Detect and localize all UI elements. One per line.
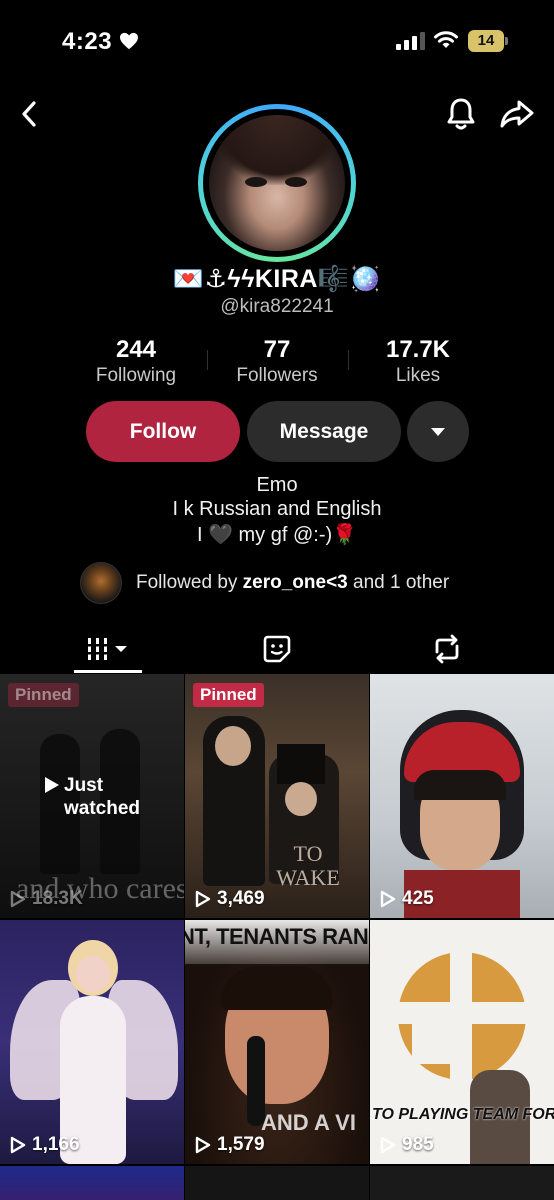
- followed-by-name: zero_one<3: [242, 572, 348, 593]
- thumbnail-hair: [221, 966, 333, 1010]
- bio-line-2: I k Russian and English: [172, 498, 382, 520]
- more-options-button[interactable]: [407, 401, 469, 462]
- video-thumbnail[interactable]: 1,166: [0, 920, 184, 1164]
- video-thumbnail[interactable]: NT, TENANTS RANGE AND A VI 1,579: [185, 920, 369, 1164]
- just-watched-label: Just watched: [44, 774, 154, 820]
- stat-followers[interactable]: 77 Followers: [212, 336, 342, 388]
- video-thumbnail[interactable]: 425: [370, 674, 554, 918]
- view-count-value: 3,469: [217, 888, 265, 909]
- view-count: 985: [380, 1134, 434, 1156]
- followed-by-suffix: and 1 other: [347, 572, 450, 593]
- play-outline-icon: [10, 1136, 26, 1154]
- team-fortress-logo: [392, 946, 532, 1086]
- view-count: 18.3K: [10, 888, 83, 910]
- follow-button[interactable]: Follow: [86, 401, 240, 462]
- view-count-value: 18.3K: [32, 888, 83, 909]
- avatar: [203, 109, 351, 257]
- heart-icon: [120, 32, 138, 50]
- sticker-icon: [263, 635, 291, 663]
- play-outline-icon: [195, 890, 211, 908]
- play-outline-icon: [380, 890, 396, 908]
- status-bar: 4:23 14: [0, 0, 554, 86]
- videos-grid-icon: [86, 638, 127, 660]
- video-thumbnail[interactable]: [185, 1166, 369, 1200]
- just-watched-text: Just watched: [64, 775, 141, 819]
- stat-followers-value: 77: [263, 336, 291, 363]
- stat-following-value: 244: [115, 336, 157, 363]
- play-outline-icon: [195, 1136, 211, 1154]
- thumbnail-caption: TO WAKE: [276, 841, 340, 890]
- profile-avatar-story-ring[interactable]: [198, 104, 356, 262]
- video-thumbnail[interactable]: TO PLAYING TEAM FORTRESS 985: [370, 920, 554, 1164]
- pinned-badge: Pinned: [193, 683, 264, 707]
- stat-following[interactable]: 244 Following: [71, 336, 201, 388]
- repost-icon: [435, 634, 459, 664]
- video-thumbnail[interactable]: [0, 1166, 184, 1200]
- notification-bell-icon[interactable]: [444, 96, 478, 132]
- thumbnail-caption: TO PLAYING TEAM FORTRESS: [372, 1106, 554, 1123]
- stat-likes[interactable]: 17.7K Likes: [353, 336, 483, 388]
- username-handle: @kira822241: [220, 296, 334, 317]
- video-thumbnail[interactable]: [370, 1166, 554, 1200]
- message-button[interactable]: Message: [247, 401, 401, 462]
- view-count: 1,579: [195, 1134, 265, 1156]
- caret-down-icon: [431, 427, 445, 436]
- play-outline-icon: [380, 1136, 396, 1154]
- active-tab-indicator: [74, 670, 142, 673]
- content-tabs: [0, 626, 554, 674]
- mutual-follower-avatar: [80, 562, 122, 604]
- tab-reposts[interactable]: [422, 626, 472, 672]
- bio-line-3: I 🖤 my gf @:-)🌹: [196, 524, 358, 546]
- view-count-value: 1,166: [32, 1134, 80, 1155]
- avatar-eye-left: [245, 177, 267, 187]
- view-count: 425: [380, 888, 434, 910]
- status-time: 4:23: [62, 28, 113, 55]
- thumbnail-face: [285, 782, 317, 816]
- followed-by-prefix: Followed by: [136, 572, 243, 593]
- bio-line-1: Emo: [256, 474, 298, 496]
- view-count-value: 425: [402, 888, 434, 909]
- cellular-signal-icon: [396, 32, 425, 50]
- view-count-value: 1,579: [217, 1134, 265, 1155]
- avatar-eye-right: [285, 177, 307, 187]
- thumbnail-face: [76, 956, 110, 992]
- wifi-icon: [434, 31, 458, 48]
- display-name: 💌⚓ϟϟKIRA🎼🪩: [172, 265, 382, 293]
- view-count: 1,166: [10, 1134, 80, 1156]
- thumbnail-top-hat: [277, 744, 325, 784]
- stat-following-label: Following: [95, 365, 177, 386]
- stat-likes-label: Likes: [395, 365, 441, 386]
- battery-level: 14: [468, 30, 504, 52]
- play-icon: [45, 777, 59, 793]
- share-icon[interactable]: [498, 96, 536, 132]
- battery-indicator: 14: [468, 30, 508, 52]
- avatar-hair: [209, 115, 345, 185]
- video-thumbnail[interactable]: Pinned and who cares Just watched 18.3K: [0, 674, 184, 918]
- thumbnail-face: [215, 726, 251, 766]
- mutual-followers[interactable]: Followed by zero_one<3 and 1 other: [80, 562, 449, 604]
- pinned-badge: Pinned: [8, 683, 79, 707]
- battery-tip: [505, 37, 508, 45]
- stat-followers-label: Followers: [236, 365, 318, 386]
- video-thumbnail[interactable]: Pinned TO WAKE 3,469: [185, 674, 369, 918]
- stat-divider: [348, 350, 349, 370]
- tab-videos[interactable]: [74, 626, 142, 672]
- stat-likes-value: 17.7K: [385, 336, 451, 363]
- view-count-value: 985: [402, 1134, 434, 1155]
- stat-divider: [207, 350, 208, 370]
- avatar-photo: [209, 115, 345, 251]
- mutual-followers-text: Followed by zero_one<3 and 1 other: [136, 572, 449, 594]
- thumbnail-caption: NT, TENANTS RANGE: [185, 924, 369, 949]
- thumbnail-caption-secondary: AND A VI: [261, 1110, 356, 1135]
- thumbnail-hair: [414, 770, 506, 800]
- play-outline-icon: [10, 890, 26, 908]
- tab-favorites[interactable]: [252, 626, 302, 672]
- view-count: 3,469: [195, 888, 265, 910]
- back-arrow-icon[interactable]: [16, 98, 44, 130]
